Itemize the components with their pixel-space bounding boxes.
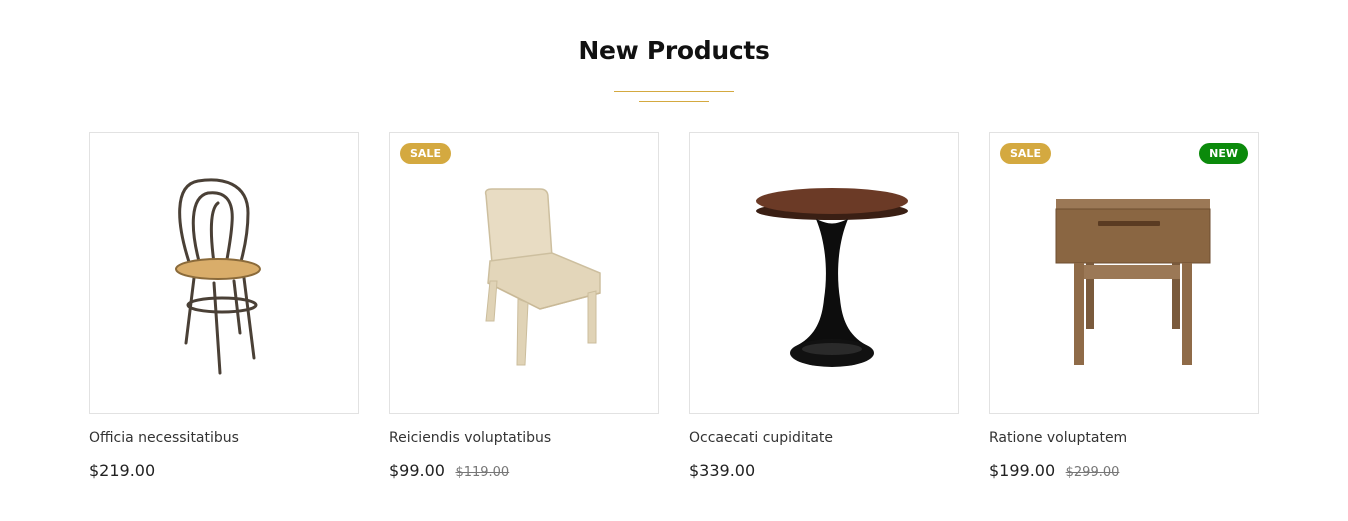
title-divider-bottom xyxy=(639,101,709,102)
product-price: $99.00 xyxy=(389,461,445,480)
product-card: Occaecati cupiditate $339.00 xyxy=(689,132,959,480)
product-image-link[interactable] xyxy=(689,132,959,414)
price-row: $339.00 xyxy=(689,462,959,480)
nightstand-image xyxy=(1055,199,1211,365)
product-card: SALE Reiciendis voluptatibus $99.00 $119… xyxy=(389,132,659,480)
section-title: New Products xyxy=(578,36,770,65)
sale-badge: SALE xyxy=(400,143,451,164)
product-image-link[interactable] xyxy=(89,132,359,414)
product-old-price: $119.00 xyxy=(455,465,510,480)
product-name[interactable]: Ratione voluptatem xyxy=(989,430,1259,446)
product-card: SALE NEW Ratione voluptatem $199.00 $299… xyxy=(989,132,1259,480)
product-price: $219.00 xyxy=(89,461,156,480)
product-price: $339.00 xyxy=(689,461,756,480)
product-name[interactable]: Reiciendis voluptatibus xyxy=(389,430,659,446)
price-row: $99.00 $119.00 xyxy=(389,461,659,481)
price-row: $219.00 xyxy=(89,462,359,480)
title-divider-top xyxy=(614,91,734,92)
tulip-table-image xyxy=(756,188,908,367)
upholstered-chair-image xyxy=(484,188,601,366)
new-badge: NEW xyxy=(1199,143,1248,164)
product-image-link[interactable]: SALE xyxy=(389,132,659,414)
price-row: $199.00 $299.00 xyxy=(989,461,1259,481)
product-name[interactable]: Occaecati cupiditate xyxy=(689,430,959,446)
sale-badge: SALE xyxy=(1000,143,1051,164)
product-price: $199.00 xyxy=(989,461,1056,480)
product-old-price: $299.00 xyxy=(1065,465,1120,480)
product-name[interactable]: Officia necessitatibus xyxy=(89,430,359,446)
bentwood-chair-image xyxy=(175,178,261,375)
product-card: Officia necessitatibus $219.00 xyxy=(89,132,359,480)
product-image-link[interactable]: SALE NEW xyxy=(989,132,1259,414)
